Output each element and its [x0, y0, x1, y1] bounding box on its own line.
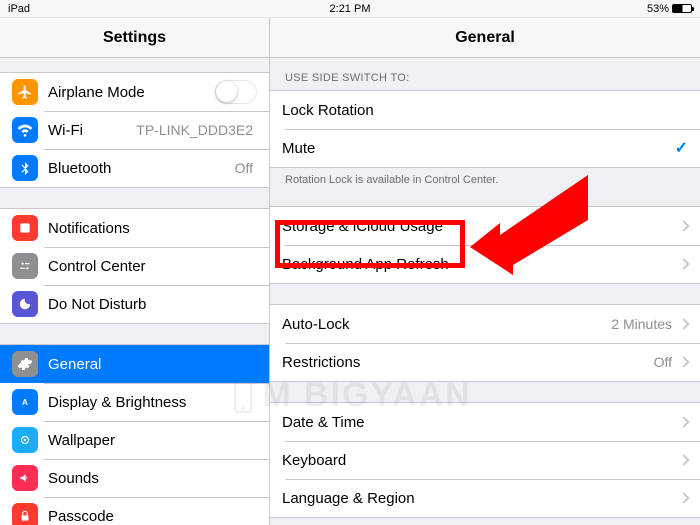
side-switch-header: USE SIDE SWITCH TO:	[270, 72, 700, 90]
sidebar-item-controlcenter[interactable]: Control Center	[0, 247, 269, 285]
cell-restrictions[interactable]: Restrictions Off	[270, 343, 700, 381]
device-label: iPad	[8, 3, 30, 15]
sidebar-item-display[interactable]: A Display & Brightness	[0, 383, 269, 421]
sidebar-title: Settings	[0, 18, 269, 58]
sidebar-item-dnd[interactable]: Do Not Disturb	[0, 285, 269, 323]
cell-label: Background App Refresh	[282, 256, 676, 273]
sidebar-item-bluetooth[interactable]: Bluetooth Off	[0, 149, 269, 187]
cell-label: Storage & iCloud Usage	[282, 218, 676, 235]
sidebar-item-passcode[interactable]: Passcode	[0, 497, 269, 525]
sidebar-label: Wallpaper	[48, 432, 257, 449]
wallpaper-icon	[12, 427, 38, 453]
airplane-toggle[interactable]	[215, 80, 257, 104]
sidebar-item-airplane[interactable]: Airplane Mode	[0, 73, 269, 111]
gear-icon	[12, 351, 38, 377]
bluetooth-icon	[12, 155, 38, 181]
status-right: 53%	[647, 3, 692, 15]
svg-text:A: A	[22, 398, 28, 407]
chevron-right-icon	[678, 454, 689, 465]
chevron-right-icon	[678, 416, 689, 427]
rotation-footer: Rotation Lock is available in Control Ce…	[270, 168, 700, 186]
cell-label: Language & Region	[282, 490, 676, 507]
cell-label: Restrictions	[282, 354, 654, 371]
cell-label: Keyboard	[282, 452, 676, 469]
sounds-icon	[12, 465, 38, 491]
bluetooth-value: Off	[235, 160, 253, 176]
detail-pane: General USE SIDE SWITCH TO: Lock Rotatio…	[270, 18, 700, 525]
battery-percent: 53%	[647, 3, 669, 15]
chevron-right-icon	[678, 356, 689, 367]
cell-label: Lock Rotation	[282, 102, 688, 119]
sidebar-item-general[interactable]: General	[0, 345, 269, 383]
cell-label: Auto-Lock	[282, 316, 611, 333]
chevron-right-icon	[678, 220, 689, 231]
sidebar-item-wallpaper[interactable]: Wallpaper	[0, 421, 269, 459]
sidebar-item-notifications[interactable]: Notifications	[0, 209, 269, 247]
cell-auto-lock[interactable]: Auto-Lock 2 Minutes	[270, 305, 700, 343]
sidebar-label: Notifications	[48, 220, 257, 237]
sidebar-item-sounds[interactable]: Sounds	[0, 459, 269, 497]
cell-background-app-refresh[interactable]: Background App Refresh	[270, 245, 700, 283]
cell-language-region[interactable]: Language & Region	[270, 479, 700, 517]
sidebar-label: Do Not Disturb	[48, 296, 257, 313]
cell-storage-icloud[interactable]: Storage & iCloud Usage	[270, 207, 700, 245]
wifi-icon	[12, 117, 38, 143]
restrictions-value: Off	[654, 354, 672, 370]
chevron-right-icon	[678, 318, 689, 329]
status-time: 2:21 PM	[0, 3, 700, 15]
chevron-right-icon	[678, 258, 689, 269]
moon-icon	[12, 291, 38, 317]
airplane-icon	[12, 79, 38, 105]
sidebar-label: Display & Brightness	[48, 394, 257, 411]
cell-mute[interactable]: Mute ✓	[270, 129, 700, 167]
cell-keyboard[interactable]: Keyboard	[270, 441, 700, 479]
sidebar-label: Sounds	[48, 470, 257, 487]
sidebar-label: Wi-Fi	[48, 122, 136, 139]
chevron-right-icon	[678, 492, 689, 503]
detail-title: General	[270, 18, 700, 58]
settings-sidebar: Settings Airplane Mode Wi-Fi TP-LINK_DDD…	[0, 18, 270, 525]
sidebar-label: Control Center	[48, 258, 257, 275]
cell-date-time[interactable]: Date & Time	[270, 403, 700, 441]
notifications-icon	[12, 215, 38, 241]
sidebar-label: Bluetooth	[48, 160, 235, 177]
cell-lock-rotation[interactable]: Lock Rotation	[270, 91, 700, 129]
cell-label: Date & Time	[282, 414, 676, 431]
sidebar-label: Airplane Mode	[48, 84, 215, 101]
sidebar-item-wifi[interactable]: Wi-Fi TP-LINK_DDD3E2	[0, 111, 269, 149]
sidebar-label: Passcode	[48, 508, 257, 525]
lock-icon	[12, 503, 38, 525]
control-center-icon	[12, 253, 38, 279]
autolock-value: 2 Minutes	[611, 316, 672, 332]
display-icon: A	[12, 389, 38, 415]
sidebar-label: General	[48, 356, 257, 373]
status-bar: iPad 2:21 PM 53%	[0, 0, 700, 18]
cell-label: Mute	[282, 140, 675, 157]
checkmark-icon: ✓	[675, 138, 688, 158]
wifi-value: TP-LINK_DDD3E2	[136, 122, 253, 138]
battery-icon	[672, 4, 692, 13]
